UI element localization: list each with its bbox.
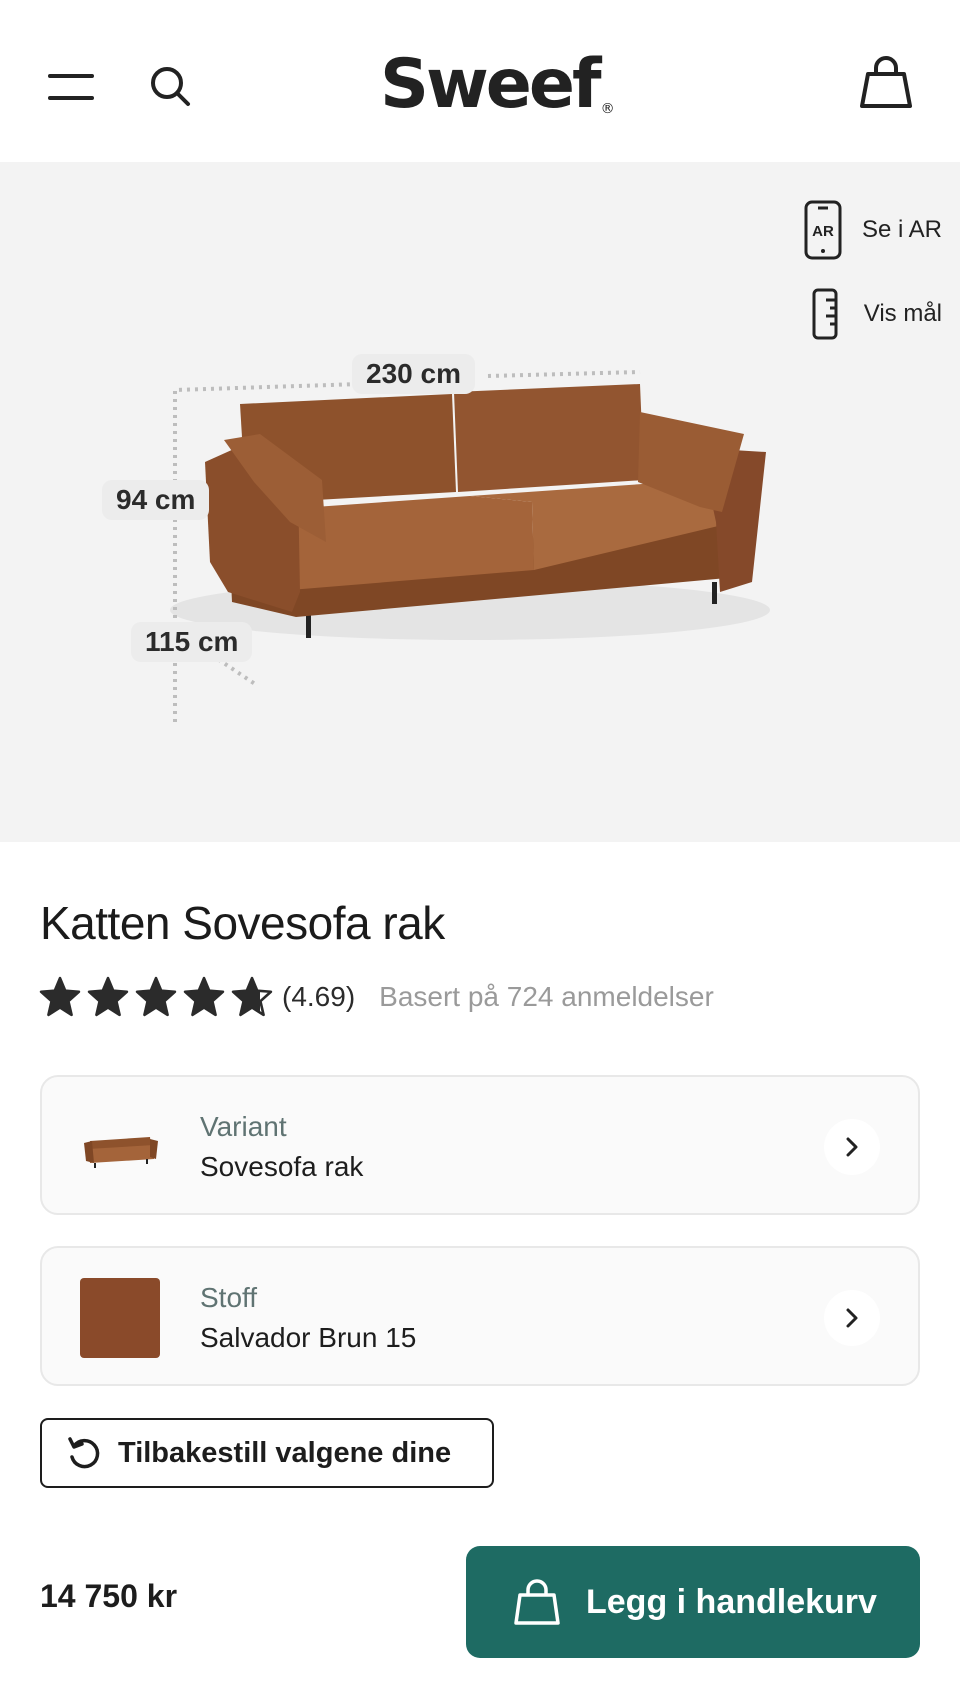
variant-chevron-button[interactable] [824, 1119, 880, 1175]
site-header: Sweef ® [0, 0, 960, 162]
review-count: Basert på 724 anmeldelser [379, 981, 714, 1012]
reset-label: Tilbakestill valgene dine [118, 1436, 452, 1469]
dimension-width-label: 230 cm [352, 354, 475, 394]
measure-label: Vis mål [863, 300, 942, 327]
chevron-right-icon [846, 1308, 858, 1328]
registered-mark: ® [600, 101, 615, 117]
phone-ar-icon: AR [804, 200, 842, 260]
brand-logo[interactable]: Sweef ® [380, 40, 615, 130]
ar-icon-text: AR [812, 223, 834, 240]
menu-icon-bar [48, 74, 94, 78]
star-full-icon [183, 976, 225, 1017]
fabric-swatch [80, 1278, 160, 1358]
menu-icon-bar [48, 96, 94, 100]
search-button[interactable] [146, 62, 196, 112]
shopping-bag-icon [860, 56, 912, 108]
add-to-cart-button[interactable]: Legg i handlekurv [466, 1546, 920, 1658]
ar-label: Se i AR [861, 216, 942, 243]
view-in-ar-button[interactable]: AR Se i AR [804, 198, 942, 262]
star-full-icon [39, 976, 81, 1017]
star-full-icon [135, 976, 177, 1017]
dimension-height-label: 94 cm [102, 480, 210, 520]
ruler-icon [812, 288, 838, 340]
add-to-cart-label: Legg i handlekurv [586, 1582, 877, 1621]
star-full-icon [87, 976, 129, 1017]
variant-label: Variant [200, 1111, 287, 1142]
fabric-label: Stoff [200, 1282, 258, 1313]
price: 14 750 kr [40, 1578, 178, 1614]
product-title: Katten Sovesofa rak [40, 897, 445, 949]
show-dimensions-button[interactable]: Vis mål [806, 286, 942, 342]
sofa-thumbnail-image [84, 1137, 158, 1168]
fabric-value: Salvador Brun 15 [200, 1322, 417, 1353]
rating-stars [38, 976, 274, 1018]
rating-row[interactable]: (4.69) Basert på 724 anmeldelser [38, 975, 714, 1019]
search-icon [151, 67, 190, 106]
cart-button[interactable] [858, 54, 914, 112]
fabric-chevron-button[interactable] [824, 1290, 880, 1346]
variant-value: Sovesofa rak [200, 1151, 364, 1182]
product-image-area[interactable]: 230 cm 94 cm 115 cm AR Se i AR Vis mål [0, 162, 960, 842]
dimension-depth-label: 115 cm [131, 622, 253, 662]
fabric-selector[interactable]: Stoff Salvador Brun 15 [40, 1246, 920, 1386]
rating-value: (4.69) [282, 981, 356, 1012]
variant-selector[interactable]: Variant Sovesofa rak [40, 1075, 920, 1215]
star-partial-icon [231, 976, 273, 1017]
reset-icon [68, 1437, 100, 1469]
menu-button[interactable] [44, 66, 98, 102]
reset-selections-button[interactable]: Tilbakestill valgene dine [40, 1418, 494, 1488]
chevron-right-icon [846, 1137, 858, 1157]
shopping-bag-icon [514, 1579, 560, 1625]
logo-text: Sweef [380, 45, 602, 124]
